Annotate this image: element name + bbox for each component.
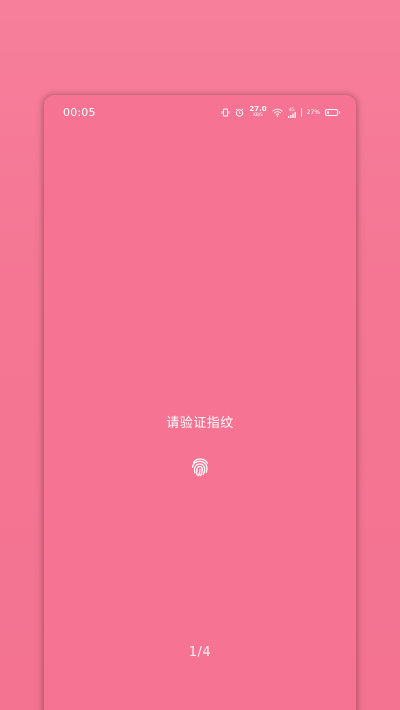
status-separator bbox=[300, 107, 302, 117]
fingerprint-prompt: 请验证指纹 bbox=[166, 416, 234, 431]
battery-percent: 27% bbox=[306, 108, 320, 116]
network-speed-icon: 27.0 KB/S bbox=[249, 106, 266, 118]
wifi-icon bbox=[271, 108, 283, 117]
page-indicator: 1/4 bbox=[188, 645, 212, 660]
network-speed-unit: KB/S bbox=[253, 112, 263, 117]
phone-screen: 00:05 27.0 KB/S 4G 27% 请验证指纹 1/4 bbox=[44, 95, 356, 710]
mobile-signal-icon: 4G bbox=[287, 107, 296, 118]
battery-fill bbox=[327, 110, 329, 114]
fingerprint-icon[interactable] bbox=[189, 456, 211, 478]
status-time: 00:05 bbox=[63, 106, 96, 119]
alarm-icon bbox=[235, 107, 244, 117]
status-bar: 00:05 27.0 KB/S 4G 27% bbox=[44, 95, 356, 131]
battery-icon bbox=[325, 108, 340, 116]
vibrate-icon bbox=[221, 108, 230, 117]
status-icons: 27.0 KB/S 4G 27% bbox=[221, 105, 340, 119]
